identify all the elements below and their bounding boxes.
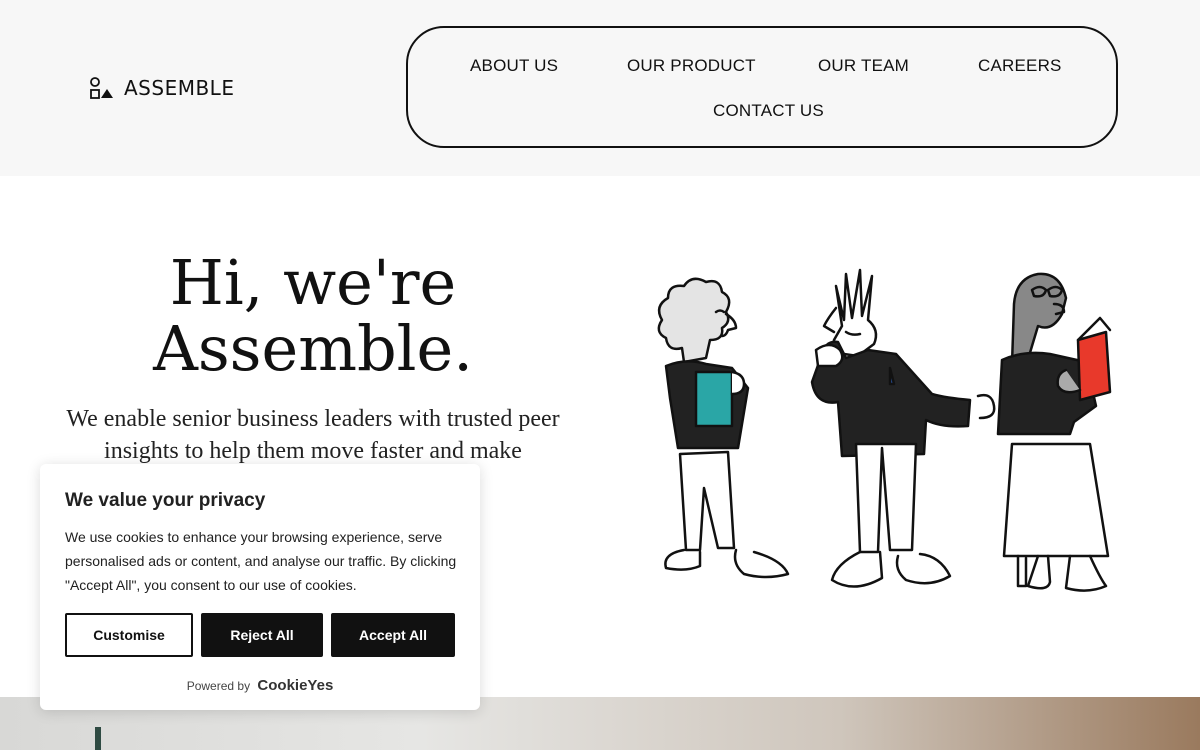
person-spiky-hair-illustration	[810, 268, 996, 588]
site-logo[interactable]: ASSEMBLE	[90, 76, 234, 100]
nav-careers[interactable]: CAREERS	[978, 56, 1062, 76]
main-nav: ABOUT US OUR PRODUCT OUR TEAM CAREERS CO…	[406, 26, 1118, 148]
person-reading-book-illustration	[996, 272, 1112, 592]
cookie-title: We value your privacy	[65, 490, 266, 511]
hero-title: Hi, we're Assemble.	[153, 246, 473, 385]
cookie-body: We use cookies to enhance your browsing …	[65, 529, 457, 593]
powered-by: Powered by CookieYes	[40, 677, 480, 694]
cookieyes-logo[interactable]: CookieYes	[257, 677, 333, 694]
powered-by-label: Powered by	[186, 679, 251, 693]
person-curly-hair-illustration	[657, 277, 790, 579]
reject-all-button[interactable]: Reject All	[201, 613, 323, 657]
accept-all-button[interactable]: Accept All	[331, 613, 455, 657]
nav-our-team[interactable]: OUR TEAM	[818, 56, 909, 76]
plant-leaf-decoration	[95, 727, 101, 750]
nav-about-us[interactable]: ABOUT US	[470, 56, 558, 76]
three-people-illustration	[657, 268, 1112, 592]
nav-our-product[interactable]: OUR PRODUCT	[627, 56, 756, 76]
cookie-consent-banner: We value your privacy We use cookies to …	[40, 464, 480, 710]
assemble-shapes-logo-icon	[90, 77, 113, 99]
site-header: ASSEMBLE ABOUT US OUR PRODUCT OUR TEAM C…	[0, 0, 1200, 176]
nav-contact-us[interactable]: CONTACT US	[713, 101, 824, 121]
logo-text: ASSEMBLE	[124, 76, 235, 100]
customise-button[interactable]: Customise	[65, 613, 193, 657]
hero-subtitle: We enable senior business leaders with t…	[66, 406, 560, 464]
